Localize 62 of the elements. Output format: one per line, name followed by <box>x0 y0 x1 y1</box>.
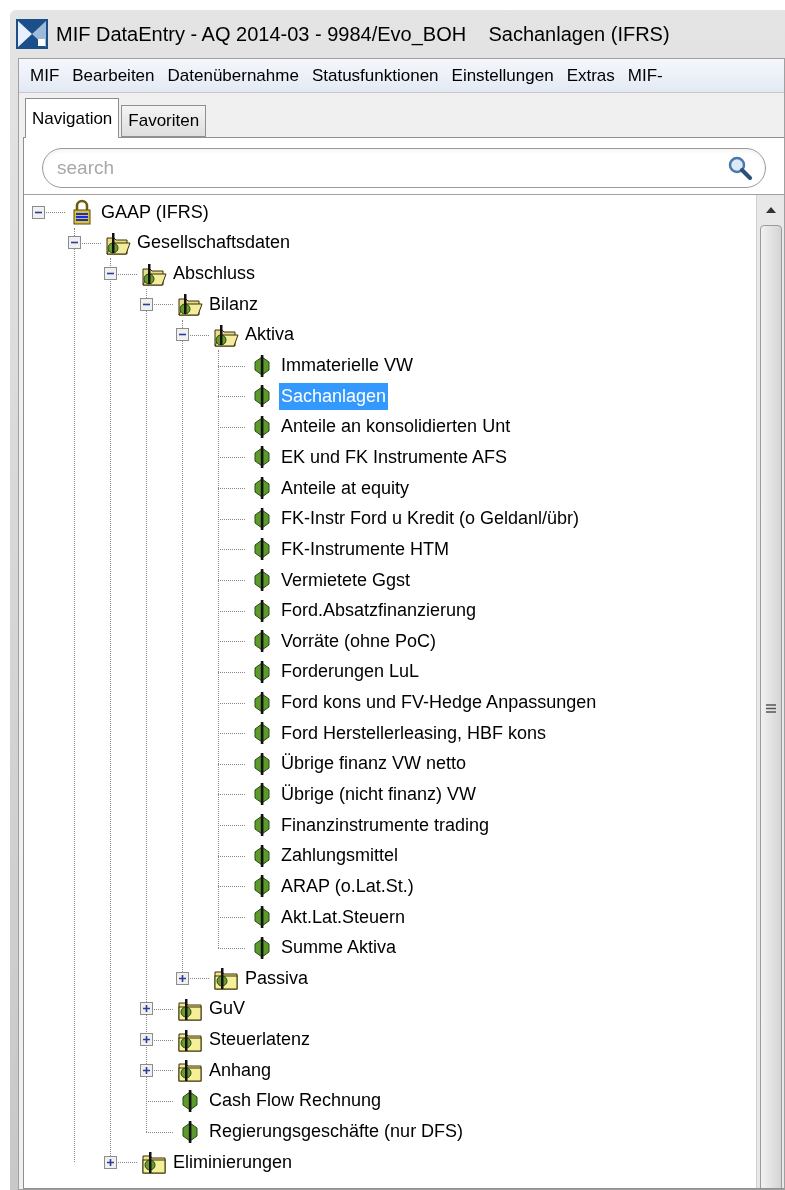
tree-item[interactable]: Steuerlatenz <box>207 1026 313 1054</box>
scrollbar[interactable] <box>756 195 784 1188</box>
folder-icon <box>141 1149 167 1176</box>
tree-item[interactable]: Ford.Absatzfinanzierung <box>279 597 479 625</box>
app-logo-icon <box>16 19 48 49</box>
tree-item[interactable]: Immaterielle VW <box>279 352 416 379</box>
menu-item[interactable]: MIF <box>25 62 65 89</box>
tree-item[interactable]: Bilanz <box>207 290 261 318</box>
tree-item[interactable]: Vermietete Ggst <box>279 566 413 594</box>
menu-item[interactable]: Statusfunktionen <box>306 62 444 89</box>
tree-item[interactable]: Summe Aktiva <box>279 934 399 962</box>
expand-icon[interactable] <box>176 971 189 985</box>
tree-item[interactable]: Regierungsgeschäfte (nur DFS) <box>207 1118 466 1146</box>
tree-item[interactable]: ARAP (o.Lat.St.) <box>279 872 416 900</box>
tree-item[interactable]: Forderungen LuL <box>279 658 422 686</box>
tree-item[interactable]: Ford Herstellerleasing, HBF kons <box>279 719 549 747</box>
tree-item[interactable]: Cash Flow Rechnung <box>207 1087 384 1115</box>
search-field[interactable]: search <box>42 148 766 188</box>
expand-icon[interactable] <box>104 1155 117 1169</box>
tab[interactable]: Favoriten <box>121 105 207 137</box>
menu-item[interactable]: Bearbeiten <box>67 62 160 89</box>
expand-icon[interactable] <box>140 1063 153 1077</box>
expand-icon[interactable] <box>140 1033 153 1047</box>
collapse-icon[interactable] <box>140 297 153 311</box>
tree-item[interactable]: Anhang <box>207 1056 274 1084</box>
tree-item[interactable]: Eliminierungen <box>171 1148 295 1176</box>
tree-item[interactable]: Abschluss <box>171 260 258 288</box>
menu-item[interactable]: Extras <box>561 62 620 89</box>
tab[interactable]: Navigation <box>25 98 120 138</box>
collapse-icon[interactable] <box>68 236 81 250</box>
tree-item[interactable]: GAAP (IFRS) <box>99 198 211 226</box>
tree-item[interactable]: FK-Instr Ford u Kredit (o Geldanl/übr) <box>279 505 582 533</box>
tree-item[interactable]: Gesellschaftsdaten <box>135 229 293 257</box>
tree-item[interactable]: Ford kons und FV-Hedge Anpassungen <box>279 689 599 717</box>
collapse-icon[interactable] <box>32 205 45 219</box>
up-arrow-icon <box>765 207 776 213</box>
tree-item[interactable]: Übrige (nicht finanz) VW <box>279 781 479 808</box>
folder-icon <box>213 965 239 992</box>
collapse-icon[interactable] <box>176 328 189 342</box>
tree-item[interactable]: Übrige finanz VW netto <box>279 750 469 778</box>
tree-item[interactable]: Aktiva <box>243 321 297 349</box>
tree-item[interactable]: Anteile at equity <box>279 474 412 502</box>
tree-item[interactable]: Zahlungsmittel <box>279 842 401 870</box>
tree-item[interactable]: Passiva <box>243 964 311 992</box>
collapse-icon[interactable] <box>104 267 117 281</box>
folder-icon <box>177 1057 203 1084</box>
tree-item[interactable]: FK-Instrumente HTM <box>279 535 452 563</box>
menu-item[interactable]: MIF- <box>622 62 668 89</box>
menu-item[interactable]: Datenübernahme <box>162 62 304 89</box>
grip-icon <box>765 704 776 713</box>
window-title: MIF DataEntry - AQ 2014-03 - 9984/Evo_BOH Sachanlagen (IFRS) <box>56 22 670 48</box>
folder-icon <box>177 291 203 318</box>
tree-item[interactable]: Akt.Lat.Steuern <box>279 903 408 931</box>
tree-item[interactable]: Vorräte (ohne PoC) <box>279 627 439 655</box>
search-icon[interactable] <box>728 156 752 180</box>
menu-item[interactable]: Einstellungen <box>446 62 559 89</box>
tree-item[interactable]: Anteile an konsolidierten Unt <box>279 413 513 441</box>
tree-item[interactable]: GuV <box>207 995 248 1023</box>
scroll-thumb[interactable] <box>759 225 782 1188</box>
expand-icon[interactable] <box>140 1002 153 1016</box>
tree-item[interactable]: EK und FK Instrumente AFS <box>279 443 510 471</box>
tree-item[interactable]: Finanzinstrumente trading <box>279 811 492 839</box>
